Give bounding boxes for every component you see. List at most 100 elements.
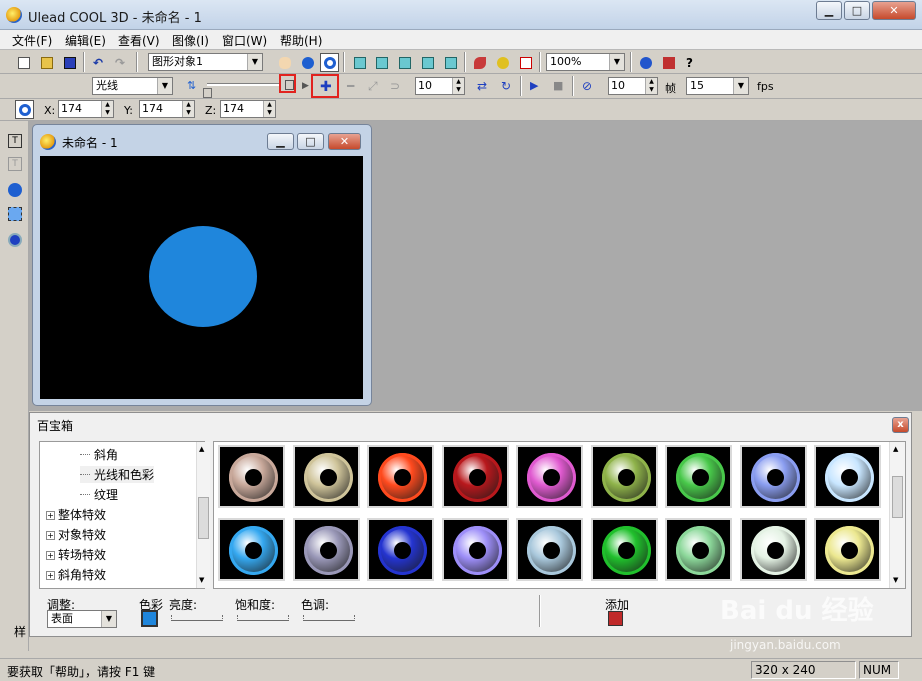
panel-close-button[interactable]: x [892, 417, 909, 433]
effect-thumbnail[interactable] [516, 445, 583, 508]
tree-item[interactable]: 光线和色彩 [80, 466, 155, 483]
stepper-arrows-icon[interactable]: ▲ ▼ [263, 101, 275, 117]
tree-scroll-thumb[interactable] [198, 497, 209, 539]
object-select[interactable]: 图形对象1 ▼ [148, 53, 263, 71]
effect-thumbnail[interactable] [441, 518, 509, 581]
stepper-arrows-icon[interactable]: ▲ ▼ [645, 78, 657, 94]
hue-slider[interactable] [303, 615, 355, 621]
stepper-arrows-icon[interactable]: ▲ ▼ [182, 101, 194, 117]
paint-icon[interactable] [470, 53, 489, 72]
stepper-arrows-icon[interactable]: ▲ ▼ [101, 101, 113, 117]
tree-item[interactable]: 纹理 [80, 486, 118, 503]
close-button[interactable]: ✕ [872, 1, 916, 20]
maximize-button[interactable]: □ [844, 1, 870, 20]
sample-tab[interactable]: 样 [14, 623, 26, 640]
color-swatch[interactable] [141, 610, 158, 627]
remove-keyframe-icon[interactable]: ━ [343, 76, 362, 95]
effect-thumbnail[interactable] [292, 445, 360, 508]
current-frame-stepper[interactable]: 10 ▲ ▼ [415, 77, 465, 95]
select-object-icon[interactable] [6, 205, 24, 223]
menu-view[interactable]: 查看(V) [118, 32, 160, 49]
document-maximize-button[interactable]: □ [297, 133, 324, 150]
expand-plus-icon[interactable]: + [46, 551, 55, 560]
menu-help[interactable]: 帮助(H) [280, 32, 322, 49]
effect-thumbnail[interactable] [739, 445, 807, 508]
split-keyframe-icon[interactable]: ⤢ [364, 76, 383, 95]
adjust-select[interactable]: 表面 ▼ [47, 610, 117, 628]
undo-icon[interactable]: ↶ [89, 53, 108, 72]
effect-thumbnail[interactable] [292, 518, 360, 581]
effect-thumbnail[interactable] [814, 518, 881, 581]
stop-icon[interactable]: ■ [549, 76, 568, 95]
effect-thumbnail[interactable] [665, 518, 732, 581]
web-image-icon[interactable] [659, 53, 678, 72]
expand-plus-icon[interactable]: + [46, 511, 55, 520]
render-canvas[interactable] [40, 156, 363, 399]
swap-arrows-icon[interactable]: ⇅ [183, 76, 202, 95]
loop-icon[interactable]: ⇄ [473, 76, 492, 95]
tree-scrollbar[interactable]: ▲ ▼ [196, 442, 210, 588]
stepper-arrows-icon[interactable]: ▲ ▼ [452, 78, 464, 94]
effect-thumbnail[interactable] [218, 445, 285, 508]
size-object-icon[interactable] [320, 53, 339, 72]
tree-item[interactable]: + 对象特效 [46, 526, 106, 543]
x-stepper[interactable]: 174 ▲ ▼ [58, 100, 114, 118]
menu-image[interactable]: 图像(I) [172, 32, 209, 49]
rotate-object-icon[interactable] [298, 53, 317, 72]
save-disk-icon[interactable] [60, 53, 79, 72]
view-bottom-icon[interactable] [441, 53, 460, 72]
globe-icon[interactable] [493, 53, 512, 72]
tree-item[interactable]: + 斜角特效 [46, 566, 106, 583]
view-front-icon[interactable] [350, 53, 369, 72]
insert-shape-icon[interactable] [6, 181, 24, 199]
document-close-button[interactable]: ✕ [328, 133, 361, 150]
expand-plus-icon[interactable]: + [46, 571, 55, 580]
saturation-slider[interactable] [237, 615, 289, 621]
context-help-icon[interactable]: ? [682, 53, 701, 72]
z-stepper[interactable]: 174 ▲ ▼ [220, 100, 276, 118]
tree-item[interactable]: + 转场特效 [46, 546, 106, 563]
gallery-scroll-thumb[interactable] [892, 476, 903, 518]
zoom-select[interactable]: 100% ▼ [546, 53, 625, 71]
menu-edit[interactable]: 编辑(E) [65, 32, 106, 49]
new-file-icon[interactable] [14, 53, 33, 72]
tree-item[interactable]: 斜角 [80, 446, 118, 463]
scroll-up-icon[interactable]: ▲ [199, 445, 204, 453]
document-minimize-button[interactable]: ▁ [267, 133, 294, 150]
sphere-object[interactable] [149, 226, 257, 327]
effect-thumbnail[interactable] [367, 445, 434, 508]
text-object-icon[interactable]: T [6, 132, 24, 150]
tree-item[interactable]: + 整体特效 [46, 506, 106, 523]
repeat-icon[interactable]: ↻ [497, 76, 516, 95]
effect-thumbnail[interactable] [814, 445, 881, 508]
expand-plus-icon[interactable]: + [46, 531, 55, 540]
effect-thumbnail[interactable] [441, 445, 509, 508]
view-top-icon[interactable] [418, 53, 437, 72]
menu-window[interactable]: 窗口(W) [222, 32, 267, 49]
view-side-icon[interactable] [395, 53, 414, 72]
position-object-icon[interactable] [15, 100, 34, 119]
open-folder-icon[interactable] [37, 53, 56, 72]
fps-select[interactable]: 15 ▼ [686, 77, 749, 95]
reverse-icon[interactable]: ⊃ [386, 76, 405, 95]
effect-thumbnail[interactable] [590, 445, 658, 508]
add-to-palette-icon[interactable] [608, 611, 623, 626]
minimize-button[interactable]: ▁ [816, 1, 842, 20]
effect-thumbnail[interactable] [516, 518, 583, 581]
y-stepper[interactable]: 174 ▲ ▼ [139, 100, 195, 118]
effect-thumbnail[interactable] [590, 518, 658, 581]
geometric-icon[interactable] [6, 231, 24, 249]
brightness-slider[interactable] [171, 615, 223, 621]
play-icon[interactable]: ▶ [526, 76, 545, 95]
effect-thumbnail[interactable] [739, 518, 807, 581]
view-back-icon[interactable] [372, 53, 391, 72]
effect-thumbnail[interactable] [665, 445, 732, 508]
edit-text-icon[interactable]: T [6, 155, 24, 173]
scroll-down-icon[interactable]: ▼ [893, 576, 898, 584]
scroll-down-icon[interactable]: ▼ [199, 576, 204, 584]
menu-file[interactable]: 文件(F) [12, 32, 52, 49]
effect-thumbnail[interactable] [218, 518, 285, 581]
export-icon[interactable] [636, 53, 655, 72]
timeline-track[interactable] [207, 83, 281, 86]
effect-thumbnail[interactable] [367, 518, 434, 581]
